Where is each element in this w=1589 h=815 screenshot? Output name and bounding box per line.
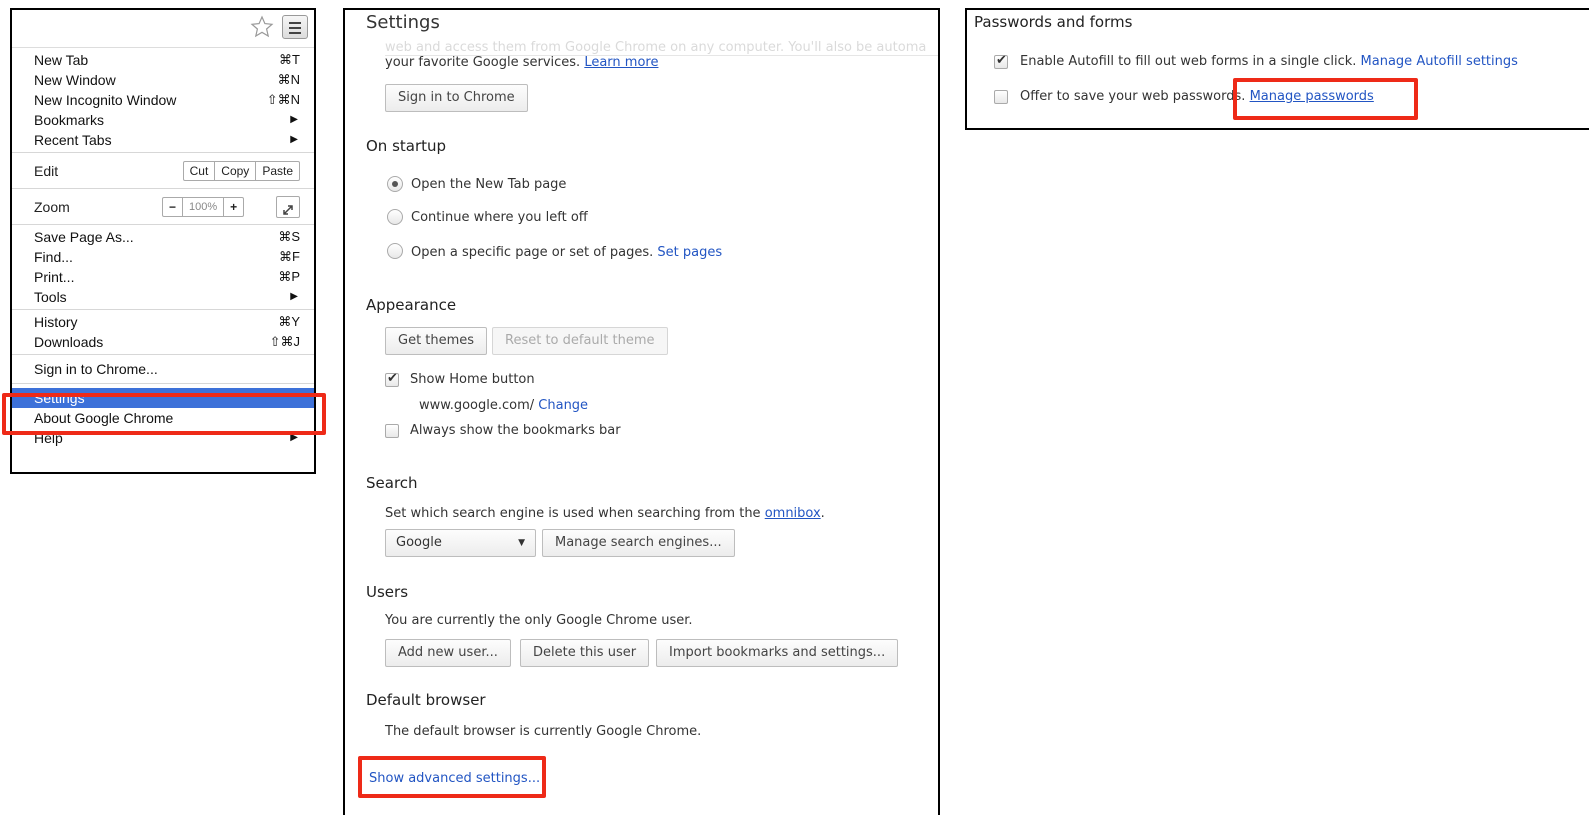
set-pages-link[interactable]: Set pages <box>657 245 722 260</box>
omnibox-link[interactable]: omnibox <box>765 506 821 521</box>
edit-button-group: Cut Copy Paste <box>182 161 300 181</box>
shortcut-label: ⇧⌘N <box>266 92 300 107</box>
menu-item-find[interactable]: Find... ⌘F <box>12 247 314 267</box>
settings-page: Settings web and access them from Google… <box>343 8 940 815</box>
radio-specific-pages[interactable] <box>387 243 403 259</box>
passwords-heading: Passwords and forms <box>974 13 1133 31</box>
fullscreen-icon <box>283 205 293 215</box>
highlight-box-advanced <box>358 756 546 798</box>
hamburger-menu-icon[interactable] <box>282 15 308 39</box>
menu-group-history: History ⌘Y Downloads ⇧⌘J <box>12 310 314 355</box>
learn-more-link[interactable]: Learn more <box>584 55 658 70</box>
sign-in-button[interactable]: Sign in to Chrome <box>385 84 528 112</box>
bookmarks-bar-checkbox[interactable] <box>385 424 399 438</box>
submenu-arrow-icon: ▶ <box>290 291 298 302</box>
zoom-control: − 100% + <box>162 197 245 217</box>
submenu-arrow-icon: ▶ <box>290 114 298 125</box>
page-title: Settings <box>366 12 440 33</box>
get-themes-button[interactable]: Get themes <box>385 327 488 355</box>
paste-button[interactable]: Paste <box>255 162 299 180</box>
search-heading: Search <box>366 474 418 492</box>
menu-group-signin: Sign in to Chrome... <box>12 355 314 384</box>
shortcut-label: ⌘N <box>277 72 300 87</box>
bookmark-star-icon[interactable] <box>250 15 274 39</box>
shortcut-label: ⇧⌘J <box>269 334 300 349</box>
users-heading: Users <box>366 583 409 601</box>
menu-item-new-tab[interactable]: New Tab ⌘T <box>12 50 314 70</box>
menu-item-downloads[interactable]: Downloads ⇧⌘J <box>12 332 314 352</box>
default-browser-heading: Default browser <box>366 691 486 709</box>
cut-button[interactable]: Cut <box>184 162 215 180</box>
highlight-box-manage-passwords <box>1233 78 1418 120</box>
checkmark-icon: ✔ <box>996 53 1007 68</box>
appearance-heading: Appearance <box>366 296 457 314</box>
faded-signin-text: web and access them from Google Chrome o… <box>385 40 927 55</box>
shortcut-label: ⌘Y <box>278 314 300 329</box>
shortcut-label: ⌘S <box>278 229 300 244</box>
search-engine-select[interactable]: Google ▼ <box>385 529 536 557</box>
users-description: You are currently the only Google Chrome… <box>385 613 693 628</box>
bookmarks-bar-label: Always show the bookmarks bar <box>410 423 621 438</box>
zoom-out-button[interactable]: − <box>163 198 182 216</box>
radio-continue[interactable] <box>387 209 403 225</box>
startup-heading: On startup <box>366 137 447 155</box>
manage-autofill-link[interactable]: Manage Autofill settings <box>1361 54 1518 69</box>
change-home-link[interactable]: Change <box>538 398 588 413</box>
menu-group-tabs: New Tab ⌘T New Window ⌘N New Incognito Win… <box>12 48 314 153</box>
edit-label: Edit <box>34 163 59 179</box>
checkmark-icon: ✔ <box>387 371 398 386</box>
reset-theme-button[interactable]: Reset to default theme <box>492 327 668 355</box>
menu-item-tools[interactable]: Tools ▶ <box>12 287 314 307</box>
menu-item-bookmarks[interactable]: Bookmarks ▶ <box>12 110 314 130</box>
fullscreen-button[interactable] <box>276 196 300 218</box>
menu-row-edit: Edit Cut Copy Paste <box>12 153 314 189</box>
autofill-label: Enable Autofill to fill out web forms in… <box>1020 54 1518 69</box>
radio-label-specific: Open a specific page or set of pages. Se… <box>411 245 723 260</box>
manage-search-engines-button[interactable]: Manage search engines... <box>542 529 735 557</box>
zoom-label: Zoom <box>34 199 70 215</box>
signin-description: your favorite Google services. Learn mor… <box>385 55 659 70</box>
menu-item-new-incognito-window[interactable]: New Incognito Window ⇧⌘N <box>12 90 314 110</box>
search-description: Set which search engine is used when sea… <box>385 506 825 521</box>
highlight-box-settings <box>2 393 326 435</box>
menu-item-new-window[interactable]: New Window ⌘N <box>12 70 314 90</box>
menu-item-history[interactable]: History ⌘Y <box>12 312 314 332</box>
home-url: www.google.com/ Change <box>419 398 589 413</box>
default-browser-description: The default browser is currently Google … <box>385 724 702 739</box>
radio-label-new-tab: Open the New Tab page <box>411 177 567 192</box>
show-home-checkbox[interactable]: ✔ <box>385 371 399 387</box>
shortcut-label: ⌘T <box>279 52 300 67</box>
menu-group-page: Save Page As... ⌘S Find... ⌘F Print... ⌘P T… <box>12 225 314 310</box>
save-passwords-checkbox[interactable] <box>994 90 1008 104</box>
dropdown-caret-icon: ▼ <box>518 538 525 548</box>
menu-row-zoom: Zoom − 100% + <box>12 189 314 225</box>
radio-label-continue: Continue where you left off <box>411 210 588 225</box>
shortcut-label: ⌘P <box>278 269 300 284</box>
menu-item-recent-tabs[interactable]: Recent Tabs ▶ <box>12 130 314 150</box>
menu-toolbar <box>12 10 314 48</box>
add-user-button[interactable]: Add new user... <box>385 639 511 667</box>
zoom-level: 100% <box>182 198 223 216</box>
menu-item-print[interactable]: Print... ⌘P <box>12 267 314 287</box>
zoom-in-button[interactable]: + <box>223 198 243 216</box>
delete-user-button[interactable]: Delete this user <box>520 639 650 667</box>
show-home-label: Show Home button <box>410 372 535 387</box>
menu-item-sign-in[interactable]: Sign in to Chrome... <box>12 359 314 379</box>
radio-new-tab-page[interactable] <box>387 176 403 192</box>
import-bookmarks-button[interactable]: Import bookmarks and settings... <box>656 639 899 667</box>
autofill-checkbox[interactable]: ✔ <box>994 53 1008 69</box>
shortcut-label: ⌘F <box>279 249 300 264</box>
menu-item-save-page-as[interactable]: Save Page As... ⌘S <box>12 227 314 247</box>
copy-button[interactable]: Copy <box>214 162 255 180</box>
submenu-arrow-icon: ▶ <box>290 134 298 145</box>
